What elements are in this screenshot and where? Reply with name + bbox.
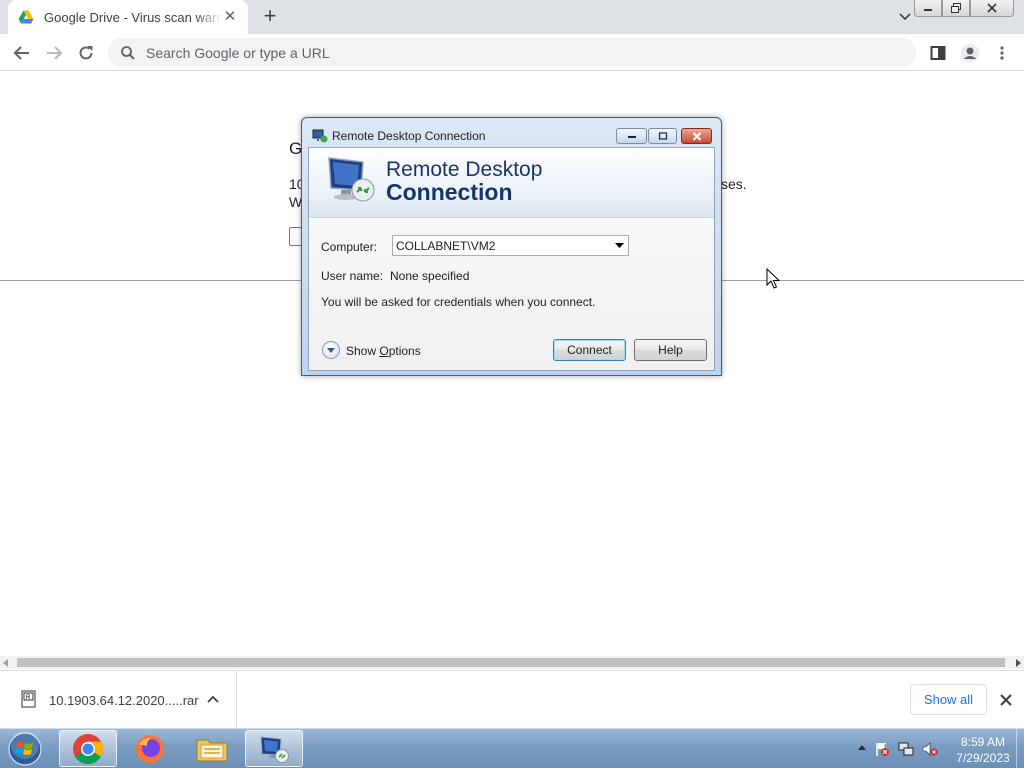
banner-title-line2: Connection [386, 179, 513, 205]
show-all-button[interactable]: Show all [910, 684, 987, 715]
download-file-name: 10.1903.64.12.2020.....rar [49, 693, 199, 708]
browser-toolbar [0, 34, 1024, 71]
rdp-close-button[interactable] [681, 128, 712, 144]
close-icon[interactable] [998, 692, 1014, 708]
address-input[interactable] [146, 44, 846, 61]
username-value: None specified [390, 269, 470, 283]
rdp-titlebar[interactable]: Remote Desktop Connection [302, 118, 721, 146]
computer-combobox[interactable]: COLLABNET\VM2 [392, 235, 629, 256]
rdp-maximize-button[interactable] [648, 128, 677, 144]
new-tab-button[interactable]: + [259, 5, 281, 28]
maximize-icon [658, 132, 667, 140]
firefox-icon [136, 734, 164, 763]
back-arrow-icon [13, 46, 29, 60]
forward-button[interactable] [41, 40, 67, 66]
back-button[interactable] [9, 40, 35, 66]
restore-button[interactable] [942, 0, 970, 17]
scroll-left-icon[interactable] [3, 659, 8, 667]
clock-date[interactable]: 7/29/2023 [948, 751, 1018, 765]
minimize-icon [924, 9, 932, 11]
show-options-prefix: Show [346, 344, 380, 358]
reload-icon [79, 46, 93, 60]
rdp-dialog: Remote Desktop Connection Remote Desktop… [301, 117, 722, 376]
rdp-window-icon [312, 129, 328, 143]
show-desktop-button[interactable] [1016, 729, 1024, 768]
file-explorer-icon [196, 739, 228, 761]
clock-time[interactable]: 8:59 AM [948, 735, 1018, 749]
minimize-icon [627, 136, 636, 138]
tab-close-icon[interactable]: ✕ [222, 9, 238, 25]
system-tray: 8:59 AM 7/29/2023 [834, 729, 1024, 768]
side-panel-button[interactable] [925, 40, 951, 66]
start-button[interactable] [5, 731, 45, 767]
remote-desktop-monitor-icon [328, 157, 375, 202]
show-options-toggle[interactable] [322, 341, 340, 359]
google-drive-icon [18, 10, 34, 24]
tab-search-icon[interactable] [894, 8, 916, 26]
taskbar: 8:59 AM 7/29/2023 [0, 728, 1024, 768]
profile-button[interactable] [957, 40, 983, 66]
action-center-flag-icon[interactable] [874, 741, 890, 757]
scroll-right-icon[interactable] [1016, 659, 1021, 667]
show-options-label[interactable]: Show Options [346, 344, 421, 358]
credentials-info-text: You will be asked for credentials when y… [321, 295, 596, 309]
minimize-button[interactable] [914, 0, 942, 17]
close-window-button[interactable] [970, 0, 1014, 17]
taskbar-chrome[interactable] [59, 730, 117, 767]
mouse-cursor-icon [766, 268, 780, 289]
window-controls [914, 0, 1014, 17]
computer-value[interactable]: COLLABNET\VM2 [396, 239, 610, 253]
close-icon [692, 131, 701, 141]
menu-button[interactable] [989, 40, 1015, 66]
chrome-icon [73, 733, 104, 764]
download-item[interactable]: R 10.1903.64.12.2020.....rar [0, 671, 237, 728]
windows-start-orb-icon [8, 731, 42, 766]
connect-button[interactable]: Connect [553, 339, 626, 361]
restore-icon [951, 3, 961, 13]
browser-tab[interactable]: Google Drive - Virus scan warning ✕ [8, 0, 248, 34]
volume-muted-icon[interactable] [922, 741, 938, 757]
taskbar-firefox[interactable] [121, 730, 179, 767]
help-button[interactable]: Help [634, 339, 707, 361]
rdp-minimize-button[interactable] [616, 128, 647, 144]
rdp-form: Computer: COLLABNET\VM2 User name: None … [309, 219, 714, 370]
username-label: User name: [321, 269, 384, 283]
rdp-client-area: Remote Desktop Connection Computer: COLL… [308, 147, 715, 371]
reload-button[interactable] [73, 40, 99, 66]
profile-avatar-icon [961, 44, 979, 62]
rar-file-icon: R [21, 690, 36, 708]
download-shelf: R 10.1903.64.12.2020.....rar Show all [0, 670, 1024, 728]
taskbar-remote-desktop[interactable] [245, 730, 303, 767]
show-options-suffix: ptions [388, 344, 421, 358]
dropdown-arrow-icon[interactable] [610, 236, 628, 255]
svg-text:R: R [26, 695, 31, 701]
taskbar-file-explorer[interactable] [183, 730, 241, 767]
horizontal-scrollbar[interactable] [0, 656, 1024, 669]
tab-strip: Google Drive - Virus scan warning ✕ + [0, 0, 1024, 34]
side-panel-icon [930, 46, 946, 60]
chevron-up-icon[interactable] [206, 694, 220, 704]
close-icon [987, 3, 997, 13]
rdp-banner: Remote Desktop Connection [309, 148, 714, 218]
computer-label: Computer: [321, 240, 378, 254]
forward-arrow-icon [47, 46, 63, 60]
show-options-accelerator: O [379, 344, 389, 358]
address-bar[interactable] [108, 38, 916, 67]
network-icon[interactable] [898, 741, 914, 757]
remote-desktop-icon [260, 735, 289, 763]
kebab-menu-icon [1000, 46, 1004, 60]
page-text-fragment-end: ses. [721, 176, 747, 192]
tab-title: Google Drive - Virus scan warning [44, 9, 222, 25]
rdp-window-title: Remote Desktop Connection [332, 129, 486, 143]
scroll-thumb[interactable] [17, 658, 1005, 667]
show-hidden-icons-icon[interactable] [858, 745, 866, 750]
search-icon [121, 45, 135, 60]
chevron-down-icon [327, 347, 335, 353]
